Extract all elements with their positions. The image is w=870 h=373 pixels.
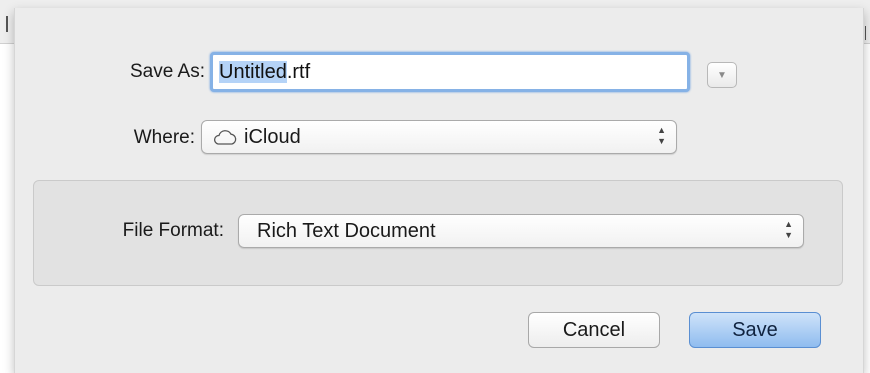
stepper-arrows-icon: ▲ ▼ — [657, 125, 666, 146]
options-panel: File Format: Rich Text Document ▲ ▼ — [33, 180, 843, 286]
where-popup[interactable]: iCloud ▲ ▼ — [201, 120, 677, 154]
file-format-label: File Format: — [122, 220, 224, 241]
stepper-arrows-icon: ▲ ▼ — [784, 219, 793, 240]
where-label: Where: — [133, 127, 195, 148]
where-value: iCloud — [244, 125, 301, 148]
cancel-button[interactable]: Cancel — [528, 312, 660, 348]
triangle-down-icon: ▼ — [717, 69, 727, 81]
file-format-popup[interactable]: Rich Text Document ▲ ▼ — [238, 214, 804, 248]
filename-selected-text: Untitled — [219, 61, 287, 83]
cloud-icon — [213, 130, 237, 145]
file-format-value: Rich Text Document — [257, 219, 436, 242]
expand-dialog-button[interactable]: ▼ — [707, 62, 737, 88]
filename-extension: .rtf — [286, 61, 311, 83]
save-button[interactable]: Save — [689, 312, 821, 348]
ruler-right-marker — [865, 26, 866, 40]
save-as-label: Save As: — [130, 61, 205, 82]
ruler-left-marker — [6, 16, 8, 32]
save-dialog: Save As: Untitled.rtf ▼ Where: iCloud ▲ ▼… — [14, 8, 864, 373]
filename-field[interactable]: Untitled.rtf — [210, 52, 690, 92]
